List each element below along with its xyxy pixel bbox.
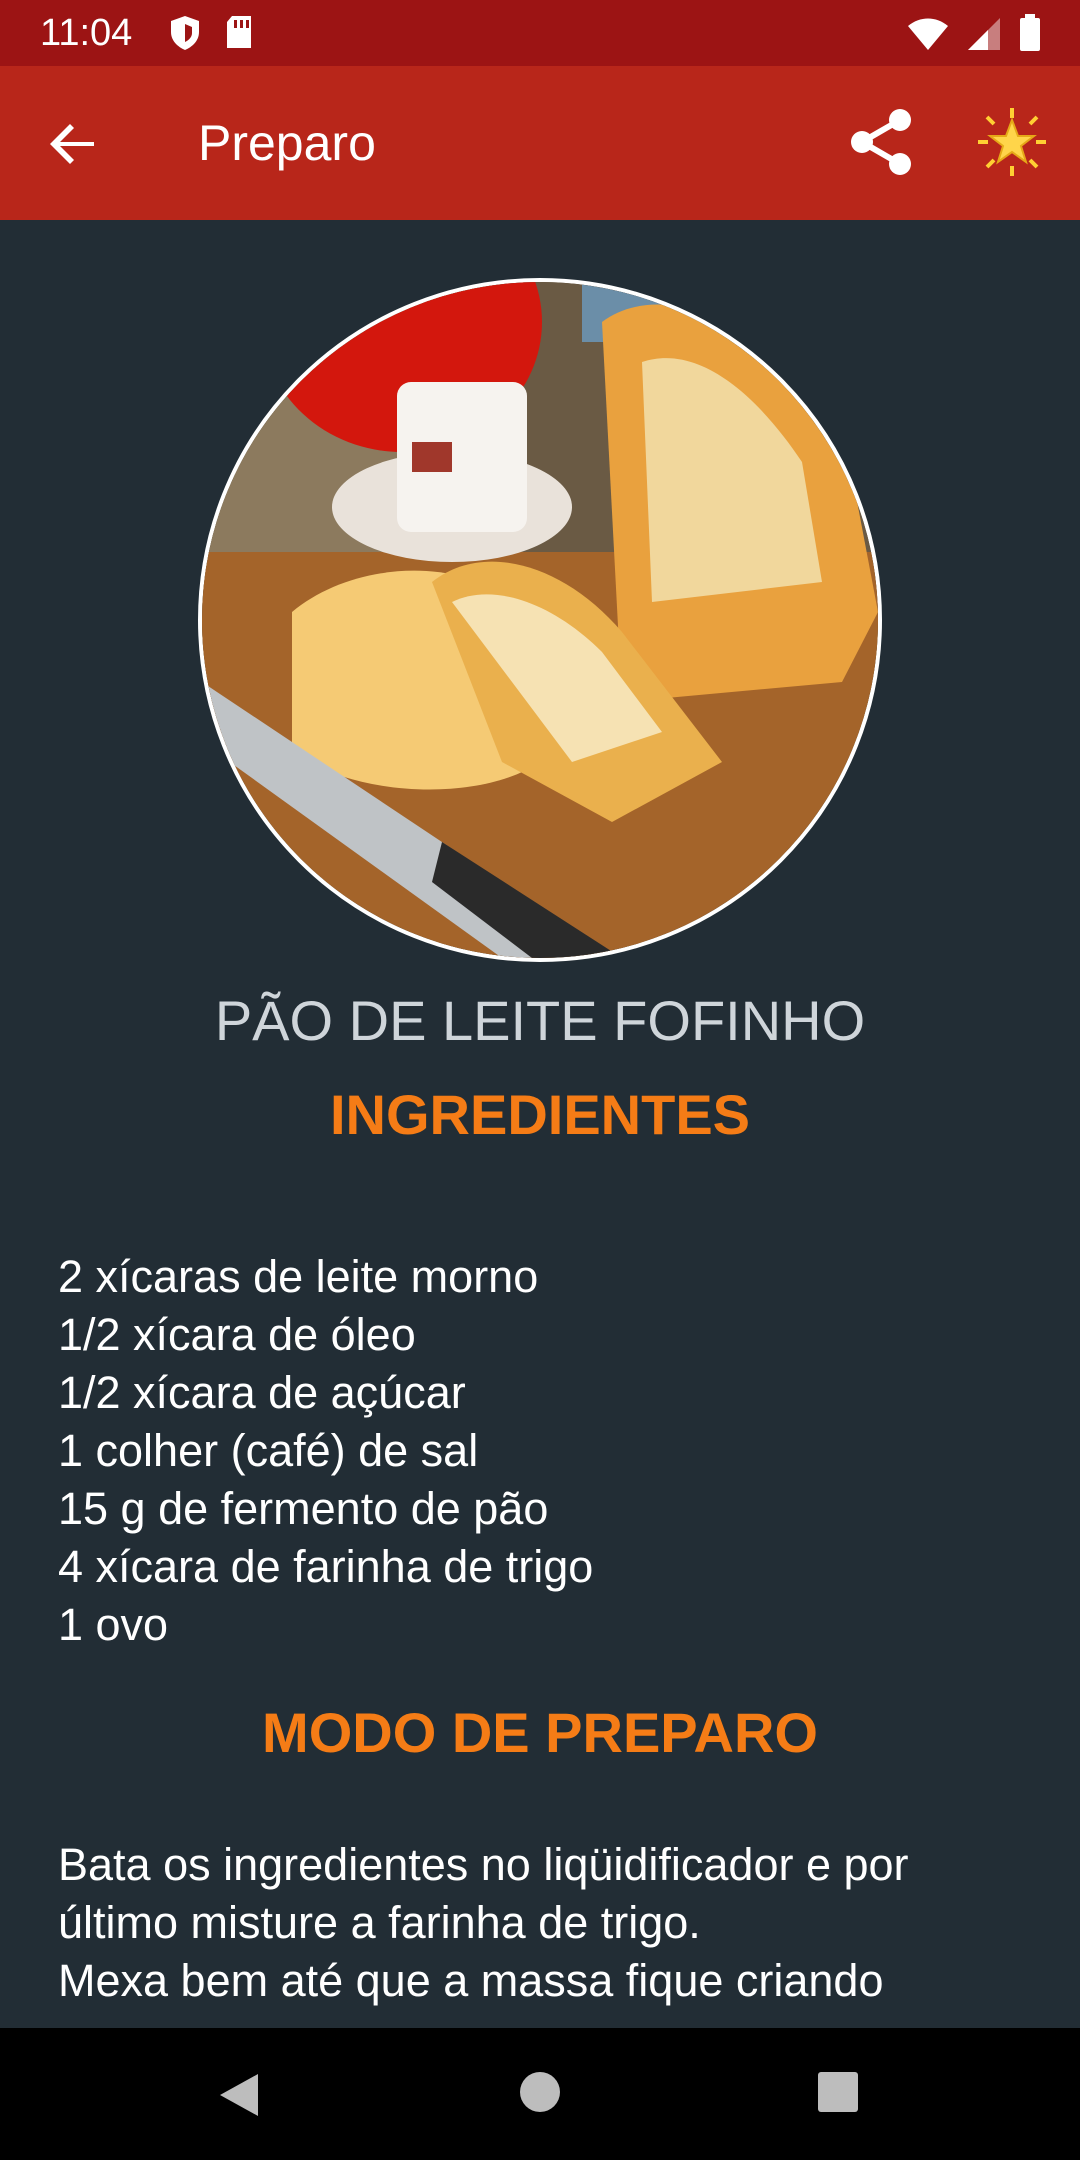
ingredient-item: 1 colher (café) de sal — [58, 1425, 479, 1476]
back-button[interactable] — [44, 114, 104, 174]
sd-card-icon — [224, 14, 254, 57]
ingredient-item: 2 xícaras de leite morno — [58, 1251, 539, 1302]
shield-icon — [168, 14, 202, 57]
app-bar: Preparo — [0, 66, 1080, 220]
share-button[interactable] — [846, 106, 918, 178]
nav-back-button[interactable] — [216, 2072, 262, 2123]
nav-recents-button[interactable] — [818, 2072, 858, 2112]
ingredient-item: 15 g de fermento de pão — [58, 1483, 549, 1534]
instruction-line: Mexa bem até que a massa fique criando — [58, 1955, 884, 2006]
star-icon — [978, 108, 1046, 176]
signal-icon — [966, 16, 1002, 57]
instruction-line: último misture a farinha de trigo. — [58, 1897, 701, 1948]
navigation-bar — [0, 2028, 1080, 2160]
arrow-back-icon — [50, 124, 94, 164]
page-title: Preparo — [198, 115, 376, 171]
ingredient-item: 1/2 xícara de açúcar — [58, 1367, 466, 1418]
recipe-photo — [198, 278, 882, 962]
ingredient-item: 1 ovo — [58, 1599, 169, 1650]
ingredients-list: 2 xícaras de leite morno 1/2 xícara de ó… — [58, 1248, 1038, 1654]
nav-home-button[interactable] — [520, 2072, 560, 2112]
nav-back-icon — [220, 2074, 258, 2116]
status-time: 11:04 — [40, 12, 133, 54]
ingredient-item: 1/2 xícara de óleo — [58, 1309, 416, 1360]
status-bar: 11:04 — [0, 0, 1080, 66]
recipe-content[interactable]: PÃO DE LEITE FOFINHO INGREDIENTES 2 xíca… — [0, 220, 1080, 2028]
battery-icon — [1018, 14, 1042, 57]
instructions-text: Bata os ingredientes no liqüidificador e… — [58, 1836, 1038, 2010]
ingredients-heading: INGREDIENTES — [329, 1083, 751, 1146]
recipe-name: PÃO DE LEITE FOFINHO — [214, 989, 866, 1052]
instructions-heading: MODO DE PREPARO — [262, 1701, 818, 1764]
instruction-line: Bata os ingredientes no liqüidificador e… — [58, 1839, 909, 1890]
share-icon — [851, 109, 911, 175]
ingredient-item: 4 xícara de farinha de trigo — [58, 1541, 594, 1592]
wifi-icon — [906, 16, 950, 57]
favorite-button[interactable] — [976, 106, 1048, 178]
